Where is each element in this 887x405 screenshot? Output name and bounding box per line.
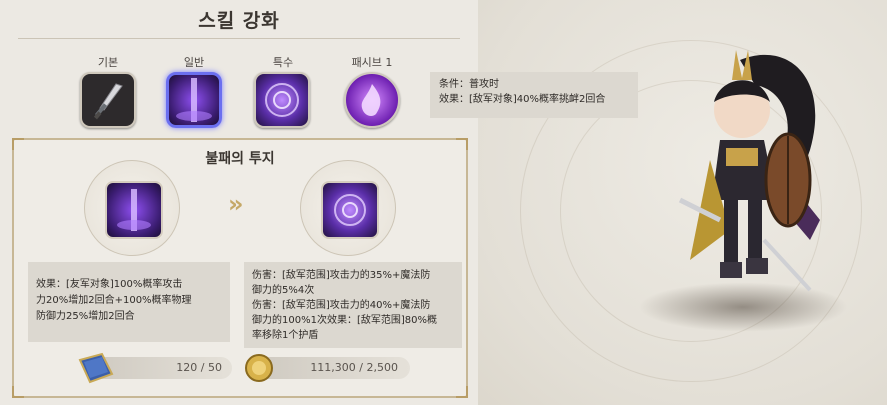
tab-normal[interactable]: [166, 72, 222, 128]
gold-coin-icon: [245, 354, 273, 382]
passive-tooltip: 条件：普攻时 效果：[敌军对象]40%概率挑衅2回合: [430, 72, 638, 118]
character-portrait: [678, 50, 820, 292]
skill-panel: 스킬 강화 기본 일반 특수 패시브 1 불패의 투지 » 效果：[友军对象]1…: [0, 0, 478, 405]
tab-label-basic: 기본: [97, 56, 119, 69]
tab-passive[interactable]: [344, 72, 400, 128]
skill-name: 불패의 투지: [205, 151, 275, 167]
tab-label-passive: 패시브 1: [351, 56, 393, 69]
tab-label-normal: 일반: [183, 56, 205, 69]
book-cost-value: 120 / 50: [176, 361, 222, 374]
gold-cost-value: 111,300 / 2,500: [310, 361, 398, 374]
tab-special[interactable]: [254, 72, 310, 128]
divider: [18, 38, 460, 39]
purple-vortex-icon: [265, 83, 299, 117]
tab-label-special: 특수: [272, 56, 294, 69]
current-skill-slot: [84, 160, 180, 256]
page-title: 스킬 강화: [198, 10, 280, 32]
upgrade-arrow-icon: »: [228, 190, 244, 218]
purple-flame-icon: [361, 84, 381, 116]
blue-book-icon: [78, 352, 114, 384]
target-skill-slot: [300, 160, 396, 256]
purple-vortex-icon: [334, 194, 366, 226]
purple-portal-icon: [117, 189, 151, 231]
sword-icon: [93, 83, 123, 120]
purple-portal-icon: [176, 78, 212, 122]
current-skill-description: 效果：[友军对象]100%概率攻击 力20%增加2回合+100%概率物理 防御力…: [28, 262, 230, 342]
target-skill-description: 伤害：[敌军范围]攻击力的35%+魔法防 御力的5%4次 伤害：[敌军范围]攻击…: [244, 262, 462, 348]
tab-basic[interactable]: [80, 72, 136, 128]
